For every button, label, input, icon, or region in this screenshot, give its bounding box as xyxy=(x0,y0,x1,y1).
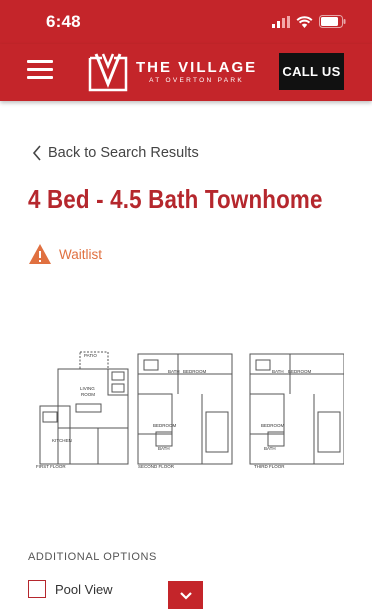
label-patio: PATIO xyxy=(84,353,97,358)
waitlist-label: Waitlist xyxy=(59,246,102,262)
pool-view-checkbox[interactable] xyxy=(28,580,46,598)
label-bath-2b: BATH xyxy=(158,446,170,451)
status-icons xyxy=(272,15,346,28)
back-link-label: Back to Search Results xyxy=(48,145,199,161)
signal-icon xyxy=(272,15,290,28)
logo-mark-icon xyxy=(88,53,128,92)
logo-name: THE VILLAGE xyxy=(136,58,258,76)
back-to-search-link[interactable]: Back to Search Results xyxy=(32,145,199,161)
waitlist-status: Waitlist xyxy=(28,243,102,265)
wifi-icon xyxy=(296,15,313,28)
status-time: 6:48 xyxy=(46,12,81,31)
label-living: LIVING xyxy=(80,386,95,391)
label-first-floor: FIRST FLOOR xyxy=(36,464,66,469)
label-bedroom-2b: BEDROOM xyxy=(153,423,177,428)
label-second-floor: SECOND FLOOR xyxy=(138,464,175,469)
floorplan-image[interactable]: PATIO LIVING ROOM KITCHEN FIRST FLOOR BA… xyxy=(28,344,344,474)
scroll-down-button[interactable] xyxy=(168,581,203,609)
label-third-floor: THIRD FLOOR xyxy=(254,464,285,469)
site-header: THE VILLAGE AT OVERTON PARK CALL US xyxy=(0,44,372,101)
chevron-down-icon xyxy=(179,591,192,600)
label-kitchen: KITCHEN xyxy=(52,438,72,443)
label-bath-2a: BATH xyxy=(168,369,180,374)
additional-options-heading: ADDITIONAL OPTIONS xyxy=(28,551,157,563)
warning-icon xyxy=(29,244,51,264)
call-us-button[interactable]: CALL US xyxy=(279,53,344,90)
hamburger-menu-icon[interactable] xyxy=(27,60,53,82)
option-pool-view[interactable]: Pool View xyxy=(28,580,113,598)
battery-icon xyxy=(319,15,346,28)
label-bedroom-3b: BEDROOM xyxy=(261,423,285,428)
label-bedroom-2a: BEDROOM xyxy=(183,369,207,374)
logo-tagline: AT OVERTON PARK xyxy=(149,76,245,84)
page-title: 4 Bed - 4.5 Bath Townhome xyxy=(28,184,323,214)
label-bath-3a: BATH xyxy=(272,369,284,374)
label-bath-3b: BATH xyxy=(264,446,276,451)
label-room: ROOM xyxy=(81,392,95,397)
label-bedroom-3a: BEDROOM xyxy=(288,369,312,374)
site-logo[interactable]: THE VILLAGE AT OVERTON PARK xyxy=(88,52,257,92)
pool-view-label: Pool View xyxy=(55,581,113,597)
chevron-left-icon xyxy=(32,145,41,161)
status-bar: 6:48 xyxy=(0,0,372,44)
